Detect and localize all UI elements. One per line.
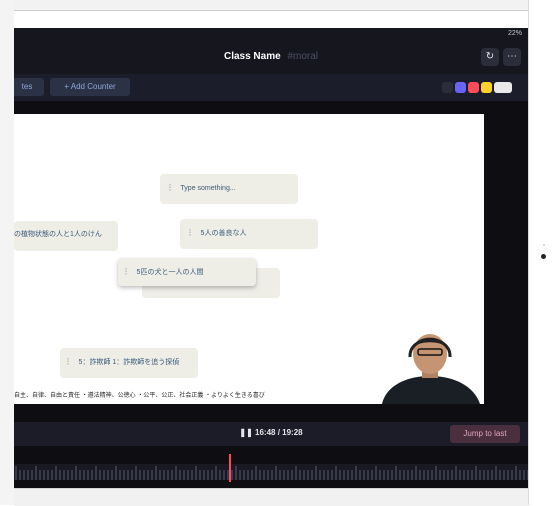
drag-handle-icon[interactable]: ⠇ <box>168 174 175 202</box>
color-swatch-dark[interactable] <box>442 82 453 93</box>
device-top-frame <box>14 0 544 11</box>
class-tag: #moral <box>287 51 319 62</box>
timeline-track <box>14 464 528 480</box>
battery-status: 22% <box>507 30 522 37</box>
more-button[interactable]: ⋯ <box>503 48 521 66</box>
color-swatch-yellow[interactable] <box>481 82 492 93</box>
device-left-edge <box>0 0 14 505</box>
notes-button[interactable]: tes <box>14 78 44 96</box>
playback-controls: ❚❚ 16:48 / 19:28 Jump to last <box>14 422 528 446</box>
note-card[interactable]: の植物状態の人と1人のけん <box>14 221 118 251</box>
add-counter-button[interactable]: + Add Counter <box>50 78 130 96</box>
note-card[interactable]: ⠇ 5：詐欺師 1：詐欺師を追う探偵 <box>60 348 198 378</box>
refresh-icon: ↻ <box>485 51 495 62</box>
home-dot <box>541 254 546 259</box>
drag-handle-icon[interactable]: ⠇ <box>188 219 195 247</box>
note-text: 5人の善良な人 <box>200 229 247 237</box>
note-text: Type something... <box>180 184 236 192</box>
camera-sensor <box>543 244 545 246</box>
note-text: 5匹の犬と一人の人間 <box>136 268 204 276</box>
presenter-body <box>382 376 480 404</box>
webcam-presenter <box>382 334 480 404</box>
color-swatch-white[interactable] <box>494 82 512 93</box>
note-card[interactable]: ⠇ 5匹の犬と一人の人間 <box>118 258 256 286</box>
note-card[interactable]: ⠇ Type something... <box>160 174 298 204</box>
playhead <box>229 454 231 482</box>
note-text: 5：詐欺師 1：詐欺師を追う探偵 <box>78 358 180 366</box>
color-swatch-purple[interactable] <box>455 82 466 93</box>
device-right-edge <box>528 0 557 505</box>
color-swatch-red[interactable] <box>468 82 479 93</box>
device-bottom-edge <box>14 488 528 506</box>
more-icon: ⋯ <box>507 51 517 62</box>
toolbar: tes + Add Counter <box>14 74 528 101</box>
note-card[interactable]: ⠇ 5人の善良な人 <box>180 219 318 249</box>
page-title: Class Name #moral <box>14 51 528 62</box>
class-name: Class Name <box>223 51 281 62</box>
refresh-button[interactable]: ↻ <box>481 48 499 66</box>
status-bar: 22% <box>14 28 528 42</box>
timeline-scrubber[interactable] <box>14 448 528 488</box>
bottom-note-text: 自主、自律、自由と責任 ・遵法精神、公徳心 ・公平、公正、社会正義 ・よりよく生… <box>14 393 265 399</box>
header-bar: Class Name #moral ↻ ⋯ <box>14 42 528 74</box>
drag-handle-icon[interactable]: ⠇ <box>66 348 73 376</box>
app-screen: 22% Class Name #moral ↻ ⋯ tes + Add Coun… <box>14 28 528 488</box>
note-text: の植物状態の人と1人のけん <box>14 231 102 238</box>
drag-handle-icon[interactable]: ⠇ <box>124 258 131 286</box>
pause-icon[interactable]: ❚❚ <box>239 428 252 437</box>
time-readout: 16:48 / 19:28 <box>255 428 303 437</box>
jump-to-last-button[interactable]: Jump to last <box>450 425 520 443</box>
